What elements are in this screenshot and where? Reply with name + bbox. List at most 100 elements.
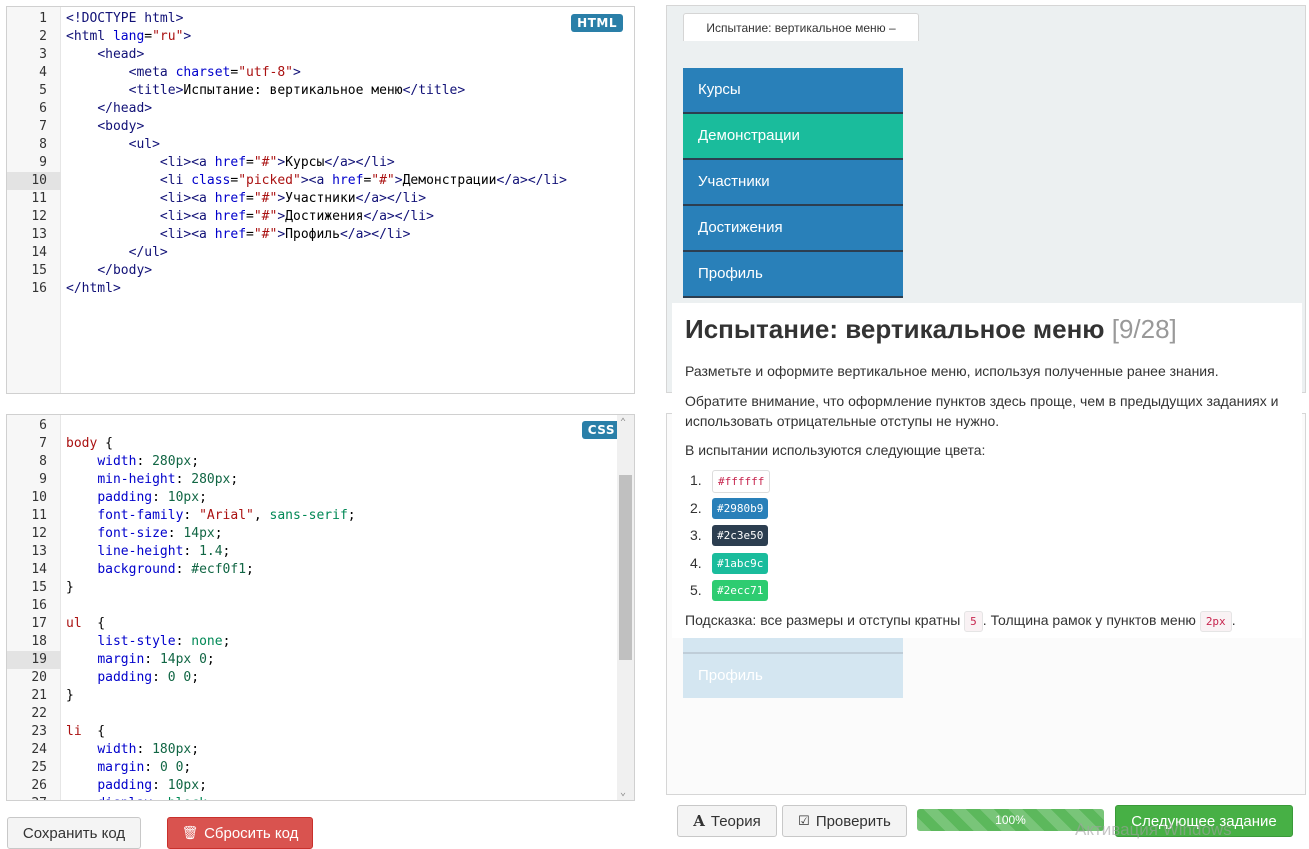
preview-menu-item[interactable]: Участники: [683, 160, 903, 206]
trash-icon: 🗑: [181, 825, 199, 840]
windows-activation-watermark: Активация Windows: [1075, 820, 1232, 839]
html-badge: HTML: [571, 14, 623, 32]
html-code-line[interactable]: 11 <li><a href="#">Участники</a></li>: [7, 190, 634, 208]
css-editor[interactable]: 6 7 body {8 width: 280px; 9 min-height: 280…: [6, 414, 635, 801]
line-number: 13: [31, 544, 47, 559]
css-code-line[interactable]: 25 margin: 0 0;: [7, 759, 617, 777]
code-text: padding: 0 0;: [97, 670, 200, 685]
code-text: <!DOCTYPE html>: [66, 11, 184, 26]
scroll-down-icon[interactable]: ⌄: [620, 787, 626, 798]
code-text: </ul>: [128, 245, 168, 260]
html-code-line[interactable]: 14 </ul>: [7, 244, 634, 262]
css-code-line[interactable]: 23 li {: [7, 723, 617, 741]
css-code-line[interactable]: 21}: [7, 687, 617, 705]
code-text: background: #ecf0f1;: [97, 562, 254, 577]
code-text: <li><a href="#">Курсы</a></li>: [159, 155, 395, 170]
html-code-line[interactable]: 4 <meta charset="utf-8">: [7, 64, 634, 82]
css-code-line[interactable]: 8 width: 280px;: [7, 453, 617, 471]
html-code-line[interactable]: 3 <head>: [7, 46, 634, 64]
html-code-line[interactable]: 1 <!DOCTYPE html>: [7, 10, 634, 28]
line-number: 6: [39, 101, 47, 116]
scroll-up-icon[interactable]: ⌃: [620, 417, 626, 428]
css-code-line[interactable]: 18 list-style: none;: [7, 633, 617, 651]
html-code-line[interactable]: 10 <li class="picked"><a href="#">Демонс…: [7, 172, 634, 190]
color-number: 1.: [690, 472, 702, 488]
html-code-line[interactable]: 8 <ul>: [7, 136, 634, 154]
html-code-line[interactable]: 6 </head>: [7, 100, 634, 118]
css-badge: CSS: [581, 421, 621, 439]
reset-code-button[interactable]: 🗑 Сбросить код: [167, 817, 313, 849]
code-text: line-height: 1.4;: [97, 544, 231, 559]
line-number: 1: [39, 11, 47, 26]
html-code-line[interactable]: 12 <li><a href="#">Достижения</a></li>: [7, 208, 634, 226]
hint-suffix: .: [1231, 612, 1236, 628]
line-number: 22: [31, 706, 47, 721]
html-code-line[interactable]: 9 <li><a href="#">Курсы</a></li>: [7, 154, 634, 172]
check-label: Проверить: [815, 812, 891, 830]
css-code-line[interactable]: 27 display: block;: [7, 795, 617, 800]
css-editor-scrollbar[interactable]: ⌃ ⌄: [617, 415, 634, 800]
check-button[interactable]: ☑ Проверить: [782, 805, 907, 837]
hint-mid: . Толщина рамок у пунктов меню: [982, 612, 1196, 628]
css-code-line[interactable]: 11 font-family: "Arial", sans-serif;: [7, 507, 617, 525]
line-number: 26: [31, 778, 47, 793]
css-code-line[interactable]: 15}: [7, 579, 617, 597]
task-hint: Подсказка: все размеры и отступы кратны …: [685, 610, 1300, 632]
css-code-line[interactable]: 10 padding: 10px;: [7, 489, 617, 507]
preview-menu-item[interactable]: Курсы: [683, 68, 903, 114]
task-paragraph-1: Разметьте и оформите вертикальное меню, …: [685, 363, 1219, 379]
color-swatch: #ffffff: [712, 470, 771, 493]
preview-menu-item[interactable]: Достижения: [683, 206, 903, 252]
line-number: 27: [7, 795, 47, 800]
html-code-line[interactable]: 2 <html lang="ru">: [7, 28, 634, 46]
code-text: <li><a href="#">Достижения</a></li>: [159, 209, 434, 224]
html-editor[interactable]: 1 <!DOCTYPE html> 2 <html lang="ru"> 3 <head…: [6, 6, 635, 394]
css-code-line[interactable]: 13 line-height: 1.4;: [7, 543, 617, 561]
css-code-line[interactable]: 19 margin: 14px 0;: [7, 651, 617, 669]
line-number: 7: [39, 119, 47, 134]
preview-tab[interactable]: Испытание: вертикальное меню –: [683, 13, 919, 41]
preview-tab-title: Испытание: вертикальное меню –: [706, 20, 896, 35]
line-number: 6: [39, 418, 47, 433]
save-code-button[interactable]: Сохранить код: [7, 817, 141, 849]
preview-menu-item[interactable]: Демонстрации: [683, 114, 903, 160]
css-code-line[interactable]: 7 body {: [7, 435, 617, 453]
css-code-line[interactable]: 6: [7, 417, 617, 435]
hint-number: 5: [964, 611, 983, 632]
theory-button[interactable]: A Теория: [677, 805, 777, 837]
line-number: 12: [31, 526, 47, 541]
expected-menu-item-partial: [683, 638, 903, 652]
line-number: 14: [31, 562, 47, 577]
css-code-line[interactable]: 24 width: 180px;: [7, 741, 617, 759]
html-code-line[interactable]: 13 <li><a href="#">Профиль</a></li>: [7, 226, 634, 244]
code-text: body {: [66, 436, 113, 451]
css-code-line[interactable]: 20 padding: 0 0;: [7, 669, 617, 687]
css-code-line[interactable]: 14 background: #ecf0f1;: [7, 561, 617, 579]
html-code-line[interactable]: 16 </html>: [7, 280, 634, 298]
code-text: display: block;: [66, 795, 214, 800]
line-number: 4: [39, 65, 47, 80]
css-code-line[interactable]: 12 font-size: 14px;: [7, 525, 617, 543]
preview-menu-item[interactable]: Профиль: [683, 252, 903, 298]
line-number: 8: [39, 454, 47, 469]
code-text: li {: [66, 724, 106, 739]
html-code-line[interactable]: 5 <title>Испытание: вертикальное меню</t…: [7, 82, 634, 100]
line-number: 15: [31, 580, 47, 595]
code-text: }: [66, 580, 74, 595]
code-text: <li><a href="#">Профиль</a></li>: [159, 227, 411, 242]
scrollbar-thumb[interactable]: [619, 475, 632, 660]
expected-menu-label: Профиль: [698, 667, 763, 684]
html-code-line[interactable]: 7 <body>: [7, 118, 634, 136]
css-code-line[interactable]: 16: [7, 597, 617, 615]
line-number: 2: [39, 29, 47, 44]
code-text: <html lang="ru">: [66, 29, 192, 44]
task-title: Испытание: вертикальное меню [9/28]: [685, 314, 1177, 345]
css-code-line[interactable]: 17 ul {: [7, 615, 617, 633]
line-number: 11: [31, 191, 47, 206]
css-code-line[interactable]: 26 padding: 10px;: [7, 777, 617, 795]
line-number: 9: [39, 155, 47, 170]
theory-label: Теория: [710, 812, 761, 830]
css-code-line[interactable]: 9 min-height: 280px;: [7, 471, 617, 489]
css-code-line[interactable]: 22: [7, 705, 617, 723]
html-code-line[interactable]: 15 </body>: [7, 262, 634, 280]
